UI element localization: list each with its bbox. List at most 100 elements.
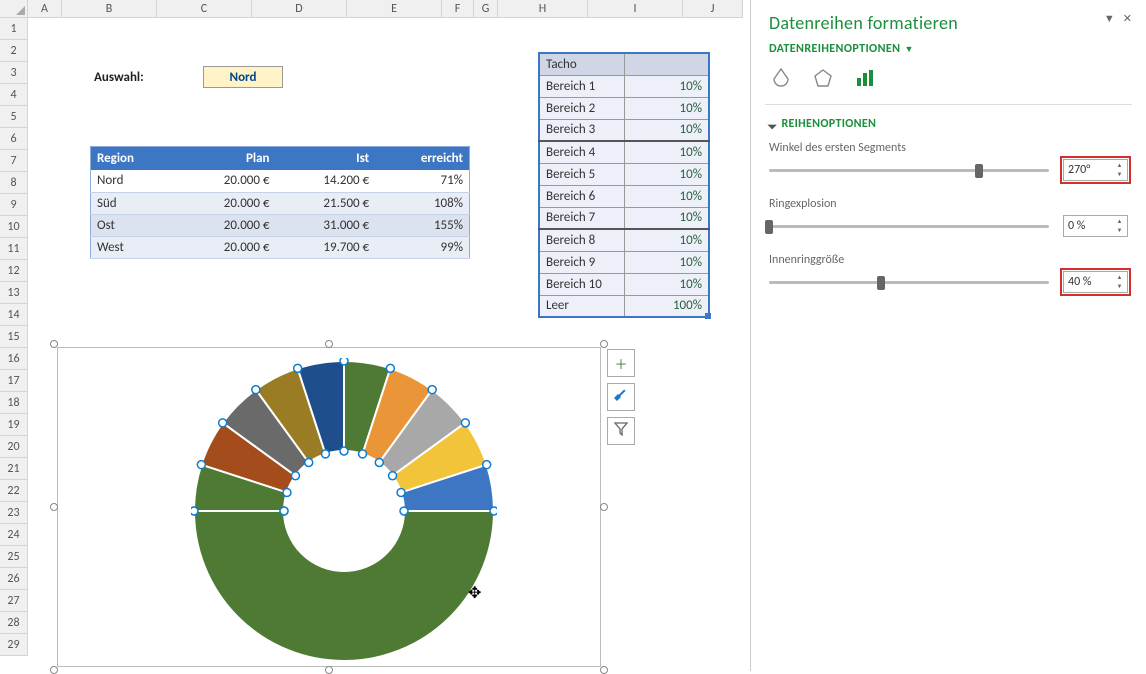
row-header-12[interactable]: 12 <box>0 260 28 282</box>
table-row[interactable]: Bereich 710% <box>539 207 709 229</box>
table-row[interactable]: Bereich 110% <box>539 75 709 97</box>
table-row[interactable]: Bereich 410% <box>539 141 709 163</box>
pane-options-icon[interactable]: ▼ <box>1104 12 1115 25</box>
row-header-5[interactable]: 5 <box>0 106 28 128</box>
row-header-28[interactable]: 28 <box>0 612 28 634</box>
row-header-10[interactable]: 10 <box>0 216 28 238</box>
chart-selection-handle[interactable] <box>197 461 205 469</box>
row-header-1[interactable]: 1 <box>0 18 28 40</box>
grid[interactable]: Auswahl: Nord RegionPlanIsterreicht Nord… <box>28 18 750 671</box>
region-header[interactable]: Ist <box>276 147 376 171</box>
row-header-2[interactable]: 2 <box>0 40 28 62</box>
pane-subtitle[interactable]: DATENREIHENOPTIONEN▼ <box>751 38 1146 66</box>
hole-input[interactable]: 40 %▲▼ <box>1063 271 1128 293</box>
row-header-14[interactable]: 14 <box>0 304 28 326</box>
select-all-corner[interactable] <box>0 0 28 18</box>
row-header-4[interactable]: 4 <box>0 84 28 106</box>
row-header-6[interactable]: 6 <box>0 128 28 150</box>
chart-filter-button[interactable] <box>607 417 635 445</box>
table-row[interactable]: Bereich 510% <box>539 163 709 185</box>
explode-input[interactable]: 0 %▲▼ <box>1063 215 1128 237</box>
chart-selection-handle[interactable] <box>375 458 383 466</box>
row-header-20[interactable]: 20 <box>0 436 28 458</box>
chart-selection-handle[interactable] <box>252 386 260 394</box>
col-header-C[interactable]: C <box>157 0 252 18</box>
chart-selection-handle[interactable] <box>191 507 198 515</box>
chart-selection-handle[interactable] <box>321 450 329 458</box>
col-header-F[interactable]: F <box>442 0 474 18</box>
chart-container[interactable] <box>57 347 601 667</box>
row-header-25[interactable]: 25 <box>0 546 28 568</box>
chart-selection-handle[interactable] <box>397 488 405 496</box>
row-header-29[interactable]: 29 <box>0 634 28 656</box>
row-header-26[interactable]: 26 <box>0 568 28 590</box>
row-header-8[interactable]: 8 <box>0 172 28 194</box>
table-row[interactable]: Leer100% <box>539 295 709 317</box>
chart-selection-handle[interactable] <box>386 364 394 372</box>
row-header-16[interactable]: 16 <box>0 348 28 370</box>
region-header[interactable]: Plan <box>176 147 276 171</box>
series-options-tab-icon[interactable] <box>853 66 877 90</box>
effects-tab-icon[interactable] <box>811 66 835 90</box>
table-row[interactable]: Bereich 1010% <box>539 273 709 295</box>
row-header-22[interactable]: 22 <box>0 480 28 502</box>
row-headers[interactable]: 1234567891011121314151617181920212223242… <box>0 18 28 656</box>
table-row[interactable]: Bereich 610% <box>539 185 709 207</box>
auswahl-value-cell[interactable]: Nord <box>203 66 283 88</box>
row-header-18[interactable]: 18 <box>0 392 28 414</box>
chart-styles-button[interactable] <box>607 383 635 411</box>
table-row[interactable]: Ost20.000 €31.000 €155% <box>91 214 470 236</box>
col-header-B[interactable]: B <box>62 0 157 18</box>
chart-selection-handle[interactable] <box>219 419 227 427</box>
col-header-A[interactable]: A <box>28 0 62 18</box>
region-header[interactable]: erreicht <box>375 147 469 171</box>
row-header-23[interactable]: 23 <box>0 502 28 524</box>
section-reihenoptionen[interactable]: REIHENOPTIONEN <box>751 113 1146 135</box>
chart-selection-handle[interactable] <box>490 507 497 515</box>
table-row[interactable]: West20.000 €19.700 €99% <box>91 236 470 258</box>
explode-slider[interactable] <box>769 218 1049 234</box>
chart-selection-handle[interactable] <box>305 458 313 466</box>
row-header-15[interactable]: 15 <box>0 326 28 348</box>
col-header-J[interactable]: J <box>683 0 743 18</box>
hole-slider[interactable] <box>769 274 1049 290</box>
chart-selection-handle[interactable] <box>291 472 299 480</box>
table-row[interactable]: Bereich 810% <box>539 229 709 251</box>
table-row[interactable]: Bereich 210% <box>539 97 709 119</box>
row-header-24[interactable]: 24 <box>0 524 28 546</box>
chart-selection-handle[interactable] <box>280 507 288 515</box>
row-header-3[interactable]: 3 <box>0 62 28 84</box>
chart-selection-handle[interactable] <box>483 461 491 469</box>
chart-add-element-button[interactable]: ＋ <box>607 349 635 377</box>
row-header-17[interactable]: 17 <box>0 370 28 392</box>
row-header-21[interactable]: 21 <box>0 458 28 480</box>
col-header-E[interactable]: E <box>347 0 442 18</box>
region-header[interactable]: Region <box>91 147 176 171</box>
row-header-7[interactable]: 7 <box>0 150 28 172</box>
row-header-27[interactable]: 27 <box>0 590 28 612</box>
region-table[interactable]: RegionPlanIsterreicht Nord20.000 €14.200… <box>90 146 470 259</box>
col-header-D[interactable]: D <box>252 0 347 18</box>
row-header-11[interactable]: 11 <box>0 238 28 260</box>
chart-selection-handle[interactable] <box>340 447 348 455</box>
chart-selection-handle[interactable] <box>428 386 436 394</box>
tacho-table[interactable]: TachoBereich 110%Bereich 210%Bereich 310… <box>538 52 710 318</box>
table-row[interactable]: Bereich 910% <box>539 251 709 273</box>
row-header-13[interactable]: 13 <box>0 282 28 304</box>
angle-slider[interactable] <box>769 162 1049 178</box>
column-headers[interactable]: ABCDEFGHIJ <box>28 0 743 18</box>
chart-selection-handle[interactable] <box>461 419 469 427</box>
chart-selection-handle[interactable] <box>359 450 367 458</box>
fill-line-tab-icon[interactable] <box>769 66 793 90</box>
donut-segment[interactable] <box>194 511 494 661</box>
chart-selection-handle[interactable] <box>340 358 348 365</box>
chart-selection-handle[interactable] <box>294 364 302 372</box>
chart-selection-handle[interactable] <box>283 488 291 496</box>
col-header-H[interactable]: H <box>498 0 588 18</box>
chart-selection-handle[interactable] <box>400 507 408 515</box>
col-header-G[interactable]: G <box>474 0 498 18</box>
table-row[interactable]: Nord20.000 €14.200 €71% <box>91 170 470 192</box>
angle-input[interactable]: 270°▲▼ <box>1063 159 1128 181</box>
row-header-19[interactable]: 19 <box>0 414 28 436</box>
table-row[interactable]: Süd20.000 €21.500 €108% <box>91 192 470 214</box>
